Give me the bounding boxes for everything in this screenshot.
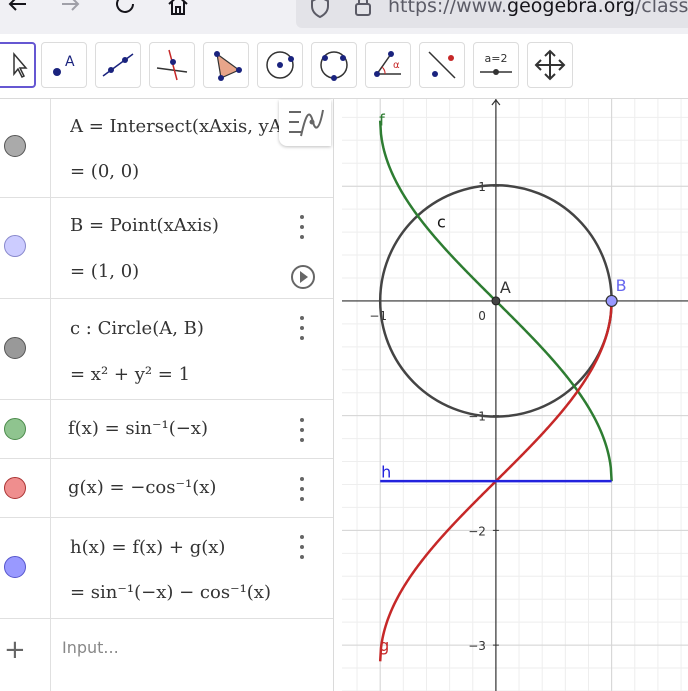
x-tick-label: −1: [369, 309, 387, 323]
more-options-icon[interactable]: [294, 215, 310, 239]
input-bar[interactable]: + Input...: [0, 619, 333, 691]
angle-tool-label: α: [393, 60, 400, 71]
row-separator: [50, 459, 51, 517]
circle-three-points-icon: [320, 51, 348, 81]
move-arrows-icon: [534, 49, 566, 81]
visibility-toggle[interactable]: [4, 135, 26, 157]
visibility-toggle[interactable]: [4, 337, 26, 359]
definition-text[interactable]: c : Circle(A, B): [70, 318, 204, 339]
definition-text[interactable]: g(x) = −cos⁻¹(x): [68, 477, 216, 498]
definition-text[interactable]: B = Point(xAxis): [70, 215, 219, 236]
circle-center-point-tool-button[interactable]: [257, 42, 303, 88]
line-tool-button[interactable]: [95, 42, 141, 88]
angle-icon: α: [374, 51, 401, 77]
visibility-toggle[interactable]: [4, 477, 26, 499]
url-text[interactable]: https://www.geogebra.org/classic: [388, 0, 688, 17]
point-icon: A: [53, 54, 75, 76]
point-tool-label: A: [65, 54, 75, 70]
graphics-canvas[interactable]: −11−1−2−30A Bcfgh: [342, 99, 688, 691]
label-g: g: [379, 636, 389, 655]
plus-icon[interactable]: +: [4, 635, 26, 665]
angle-tool-button[interactable]: α: [365, 42, 411, 88]
definition-text[interactable]: f(x) = sin⁻¹(−x): [68, 418, 208, 439]
back-arrow-icon[interactable]: [2, 0, 32, 22]
algebra-row-f[interactable]: f(x) = sin⁻¹(−x): [0, 400, 333, 459]
forward-arrow-icon[interactable]: [56, 0, 86, 22]
more-options-icon[interactable]: [294, 535, 310, 559]
reflect-icon: [428, 51, 456, 79]
graph-style-icon: [289, 109, 324, 137]
polygon-icon: [214, 51, 242, 81]
perpendicular-line-icon: [156, 49, 188, 81]
shield-icon[interactable]: [305, 0, 335, 22]
y-tick-label: −3: [468, 639, 486, 653]
graphics-view[interactable]: −1 1 −1 −2 −3 0 A Bc f g h: [342, 99, 688, 691]
polygon-tool-button[interactable]: [203, 42, 249, 88]
origin-label: 0: [478, 309, 486, 323]
label-h: h: [381, 463, 391, 482]
more-options-icon[interactable]: [294, 477, 310, 501]
label-c: c: [437, 212, 446, 231]
point-A: [491, 296, 501, 306]
browser-bar: https://www.geogebra.org/classic: [0, 0, 688, 34]
definition-text[interactable]: h(x) = f(x) + g(x): [70, 537, 225, 558]
geogebra-toolbar: A α a=2: [0, 34, 688, 99]
circle-three-points-tool-button[interactable]: [311, 42, 357, 88]
value-text: = sin⁻¹(−x) − cos⁻¹(x): [70, 582, 271, 603]
more-options-icon[interactable]: [294, 418, 310, 442]
more-options-icon[interactable]: [294, 316, 310, 340]
visibility-toggle[interactable]: [4, 418, 26, 440]
home-icon[interactable]: [163, 0, 193, 22]
label-B: B: [616, 276, 627, 295]
visibility-toggle[interactable]: [4, 235, 26, 257]
visibility-toggle[interactable]: [4, 556, 26, 578]
row-separator: [50, 518, 51, 618]
definition-text[interactable]: A = Intersect(xAxis, yAxis): [70, 116, 284, 137]
point-tool-button[interactable]: A: [41, 42, 87, 88]
algebra-stylebar-toggle[interactable]: [279, 100, 331, 146]
algebra-row-c[interactable]: c : Circle(A, B) = x² + y² = 1: [0, 299, 333, 400]
y-tick-label: −2: [468, 524, 486, 538]
slider-tool-label: a=2: [485, 52, 508, 65]
lock-icon[interactable]: [348, 0, 378, 22]
algebra-row-B[interactable]: B = Point(xAxis) = (1, 0): [0, 198, 333, 299]
value-text: = x² + y² = 1: [70, 364, 191, 385]
label-f: f: [379, 110, 385, 129]
point-B: [605, 294, 618, 308]
row-separator: [50, 299, 51, 399]
line-icon: [102, 53, 134, 77]
row-separator: [50, 99, 51, 197]
cursor-arrow-icon: [13, 51, 28, 79]
move-tool-button[interactable]: [0, 42, 36, 88]
circle-center-icon: [266, 51, 294, 79]
label-A: A: [500, 278, 511, 297]
slider-tool-button[interactable]: a=2: [473, 42, 519, 88]
reflect-tool-button[interactable]: [419, 42, 465, 88]
move-graphics-view-tool-button[interactable]: [527, 42, 573, 88]
row-separator: [50, 619, 51, 691]
perpendicular-line-tool-button[interactable]: [149, 42, 195, 88]
row-separator: [50, 400, 51, 458]
value-text: = (0, 0): [70, 161, 140, 182]
input-placeholder[interactable]: Input...: [62, 638, 119, 657]
algebra-row-h[interactable]: h(x) = f(x) + g(x) = sin⁻¹(−x) − cos⁻¹(x…: [0, 518, 333, 619]
algebra-view: A = Intersect(xAxis, yAxis) = (0, 0) B =…: [0, 99, 334, 691]
row-separator: [50, 198, 51, 298]
value-text: = (1, 0): [70, 261, 140, 282]
play-animation-icon[interactable]: [290, 264, 316, 294]
reload-icon[interactable]: [110, 0, 140, 22]
algebra-row-g[interactable]: g(x) = −cos⁻¹(x): [0, 459, 333, 518]
slider-icon: a=2: [480, 52, 512, 75]
